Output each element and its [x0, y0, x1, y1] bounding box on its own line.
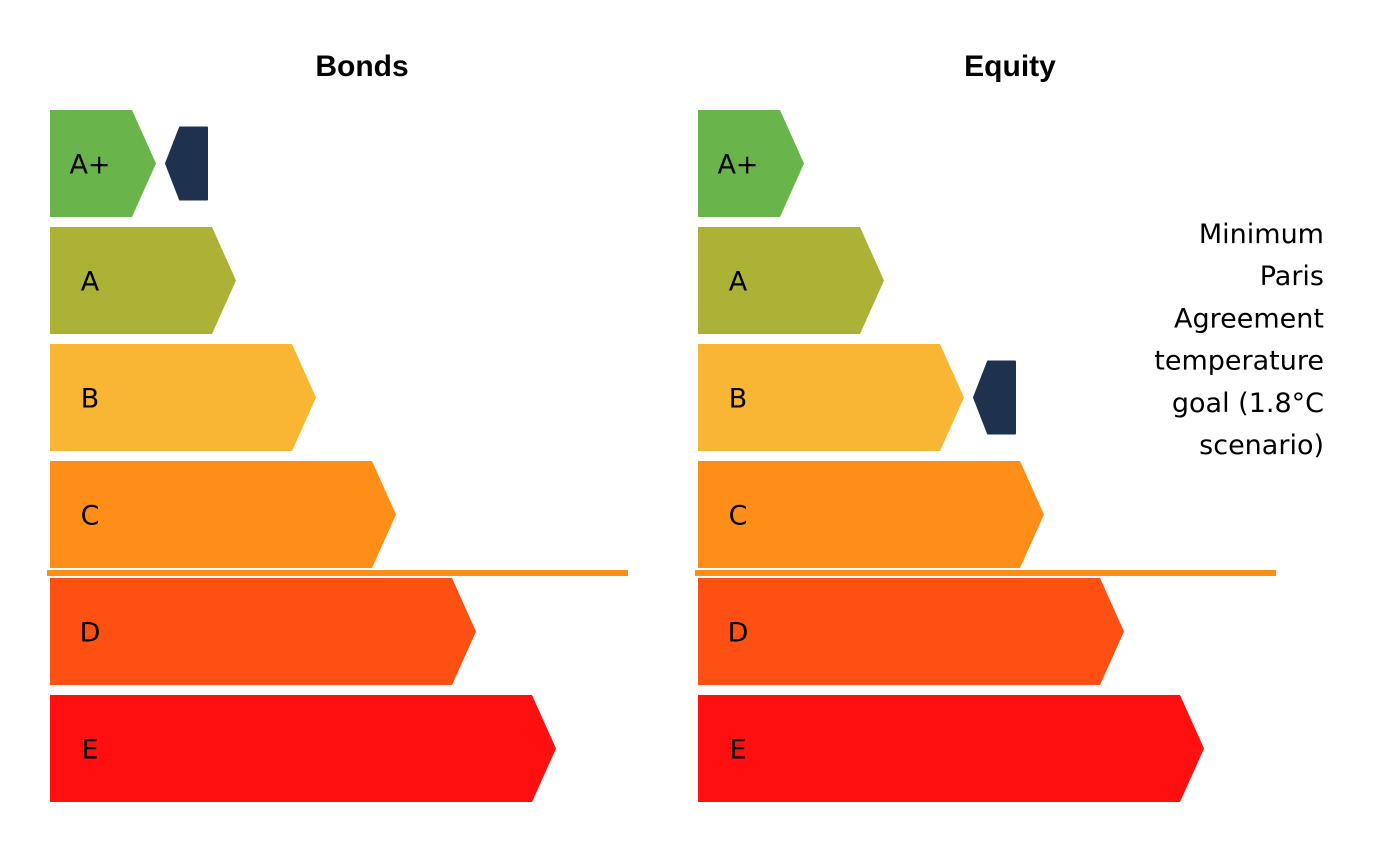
- threshold-annotation: Minimum Paris Agreement temperature goal (1.…: [1154, 219, 1324, 461]
- grade-bar-c: [698, 461, 1044, 568]
- grade-bar-c: [50, 461, 396, 568]
- grade-bar-a: [698, 227, 884, 334]
- grade-label-d: D: [728, 618, 749, 649]
- grade-bar-a: [50, 227, 236, 334]
- grade-bar-d: [698, 578, 1124, 685]
- grade-label-c: C: [81, 501, 100, 532]
- grade-label-b: B: [729, 384, 748, 415]
- grade-bar-e: [50, 695, 556, 802]
- rating-marker: [973, 360, 1016, 435]
- grade-label-a: A: [729, 267, 748, 298]
- grade-label-a-plus: A+: [717, 150, 758, 181]
- energy-label-chart: Bonds A+ A B C D E Equity A+ A B C D E Minimum Paris Ag…: [47, 50, 1324, 802]
- panel-title: Equity: [964, 50, 1056, 83]
- annotation-line: scenario): [1199, 430, 1324, 461]
- grade-label-e: E: [729, 735, 746, 766]
- annotation-line: Paris: [1260, 261, 1324, 292]
- grade-label-e: E: [81, 735, 98, 766]
- annotation-line: goal (1.8°C: [1172, 388, 1324, 419]
- grade-label-b: B: [81, 384, 100, 415]
- grade-label-d: D: [80, 618, 101, 649]
- grade-bar-d: [50, 578, 476, 685]
- annotation-line: temperature: [1154, 346, 1324, 377]
- rating-marker: [165, 126, 208, 201]
- panels-layer: Bonds A+ A B C D E Equity A+ A B C D E: [47, 50, 1276, 802]
- grade-bar-e: [698, 695, 1204, 802]
- grade-label-a-plus: A+: [69, 150, 110, 181]
- grade-label-c: C: [729, 501, 748, 532]
- panel-bonds: Bonds A+ A B C D E: [47, 50, 628, 802]
- panel-equity: Equity A+ A B C D E: [695, 50, 1276, 802]
- grade-label-a: A: [81, 267, 100, 298]
- annotation-line: Agreement: [1174, 303, 1324, 334]
- panel-title: Bonds: [315, 50, 408, 83]
- annotation-line: Minimum: [1199, 219, 1324, 250]
